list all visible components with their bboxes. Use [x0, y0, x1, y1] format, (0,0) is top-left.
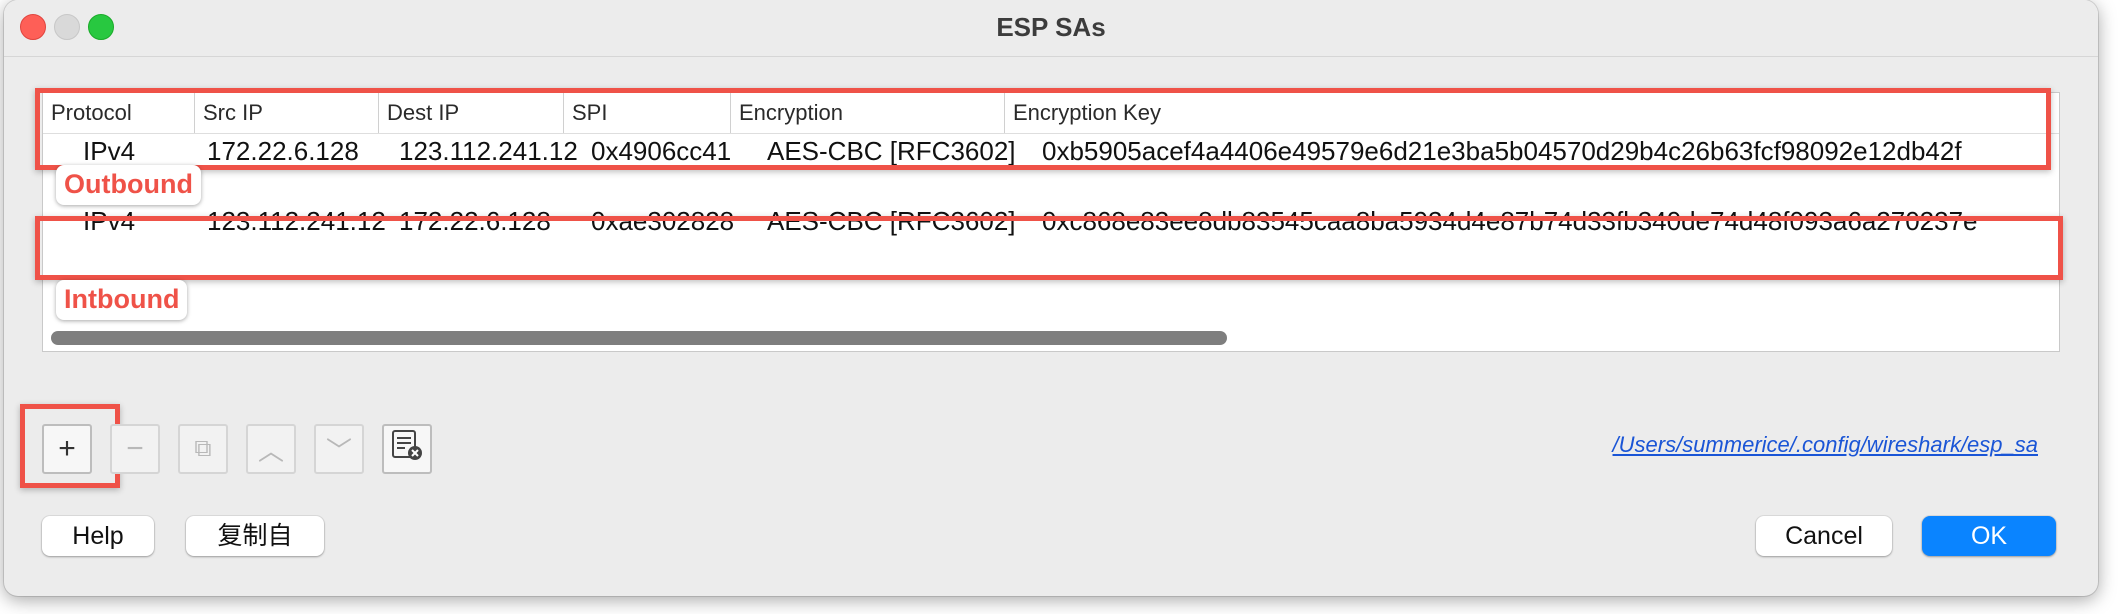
horizontal-scrollbar[interactable] — [43, 325, 2059, 351]
move-down-button[interactable]: ﹀ — [314, 424, 364, 474]
ok-button[interactable]: OK — [1922, 516, 2056, 556]
scrollbar-thumb[interactable] — [51, 331, 1227, 345]
chevron-down-icon: ﹀ — [325, 435, 352, 466]
clear-list-button[interactable] — [382, 424, 432, 474]
inbound-highlight-box — [35, 216, 2063, 280]
clear-list-icon — [390, 428, 424, 470]
esp-sa-dialog: ESP SAs Protocol Src IP Dest IP SPI Encr… — [4, 0, 2098, 596]
cancel-button[interactable]: Cancel — [1756, 516, 1892, 556]
inbound-label: Intbound — [56, 280, 188, 320]
add-button[interactable]: + — [42, 424, 92, 474]
window-title: ESP SAs — [996, 12, 1106, 42]
copy-button[interactable]: ⧉ — [178, 424, 228, 474]
outbound-highlight-box — [35, 88, 2051, 170]
plus-icon: + — [58, 432, 76, 465]
chevron-up-icon: ︿ — [257, 435, 284, 466]
title-bar: ESP SAs — [4, 0, 2098, 57]
copy-icon: ⧉ — [194, 435, 212, 462]
move-up-button[interactable]: ︿ — [246, 424, 296, 474]
copy-from-button[interactable]: 复制自 — [186, 516, 324, 556]
remove-button[interactable]: − — [110, 424, 160, 474]
config-file-path-link[interactable]: /Users/summerice/.config/wireshark/esp_s… — [1613, 432, 2038, 458]
help-button[interactable]: Help — [42, 516, 154, 556]
outbound-label: Outbound — [56, 165, 201, 205]
minus-icon: − — [126, 432, 144, 465]
